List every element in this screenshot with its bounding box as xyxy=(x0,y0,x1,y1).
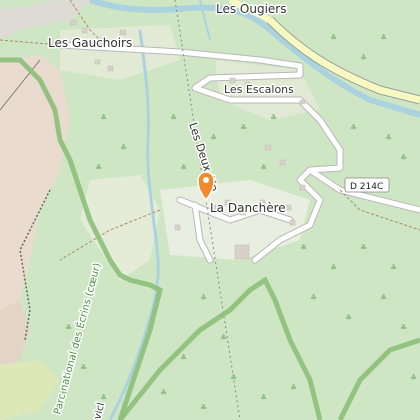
svg-text:♣: ♣ xyxy=(400,323,407,332)
svg-text:♣: ♣ xyxy=(380,293,387,302)
svg-text:♣: ♣ xyxy=(220,333,227,342)
svg-text:♣: ♣ xyxy=(200,403,207,412)
road-shield-d214c: D 214C xyxy=(344,177,390,193)
svg-text:♣: ♣ xyxy=(300,243,307,252)
svg-text:♣: ♣ xyxy=(210,133,217,142)
svg-text:♣: ♣ xyxy=(160,388,167,397)
road-label-d214c: D 214C xyxy=(350,182,383,192)
svg-text:♣: ♣ xyxy=(95,163,102,172)
place-label-la-danchere: La Danchère xyxy=(210,201,286,215)
svg-text:♣: ♣ xyxy=(180,353,187,362)
svg-text:♣: ♣ xyxy=(260,163,267,172)
svg-text:♣: ♣ xyxy=(410,373,417,382)
svg-text:♣: ♣ xyxy=(400,153,407,162)
svg-text:♣: ♣ xyxy=(270,113,277,122)
svg-text:♣: ♣ xyxy=(120,143,127,152)
map-canvas: ♣♣♣ ♣♣♣ ♣♣♣ ♣♣♣ ♣♣♣ ♣♣♣ ♣♣♣ ♣♣♣ ♣♣♣ ♣♣♣ … xyxy=(0,0,420,420)
svg-text:♣: ♣ xyxy=(350,123,357,132)
svg-text:♣: ♣ xyxy=(390,263,397,272)
place-label-les-escalons: Les Escalons xyxy=(224,83,294,96)
svg-text:♣: ♣ xyxy=(290,383,297,392)
place-label-les-gauchoirs: Les Gauchoirs xyxy=(48,36,132,50)
svg-text:♣: ♣ xyxy=(180,163,187,172)
svg-text:♣: ♣ xyxy=(240,123,247,132)
svg-text:♣: ♣ xyxy=(310,293,317,302)
svg-text:♣: ♣ xyxy=(345,313,352,322)
svg-text:♣: ♣ xyxy=(360,243,367,252)
svg-text:♣: ♣ xyxy=(100,393,107,402)
svg-text:♣: ♣ xyxy=(380,33,387,42)
svg-text:♣: ♣ xyxy=(65,323,72,332)
svg-text:♣: ♣ xyxy=(170,113,177,122)
svg-text:♣: ♣ xyxy=(330,33,337,42)
svg-text:♣: ♣ xyxy=(360,53,367,62)
svg-text:♣: ♣ xyxy=(200,293,207,302)
svg-text:♣: ♣ xyxy=(80,363,87,372)
map-view[interactable]: ♣ ♣ ♣ ♣ ♣ ♣ ♣ ♣ ♣ ♣ ♣ ♣ ♣ ♣ ♣ ♣ ♣ ♣ ♣ ♣ ♣ ♣ ♣ ♣ ♣ ♣ ♣ ♣ ♣ ♣ … xyxy=(0,0,420,420)
svg-text:♣: ♣ xyxy=(100,113,107,122)
place-label-les-ougiers: Les Ougiers xyxy=(216,2,287,16)
svg-text:♣: ♣ xyxy=(385,133,392,142)
svg-text:♣: ♣ xyxy=(260,393,267,402)
svg-text:♣: ♣ xyxy=(330,263,337,272)
svg-text:♣: ♣ xyxy=(230,373,237,382)
